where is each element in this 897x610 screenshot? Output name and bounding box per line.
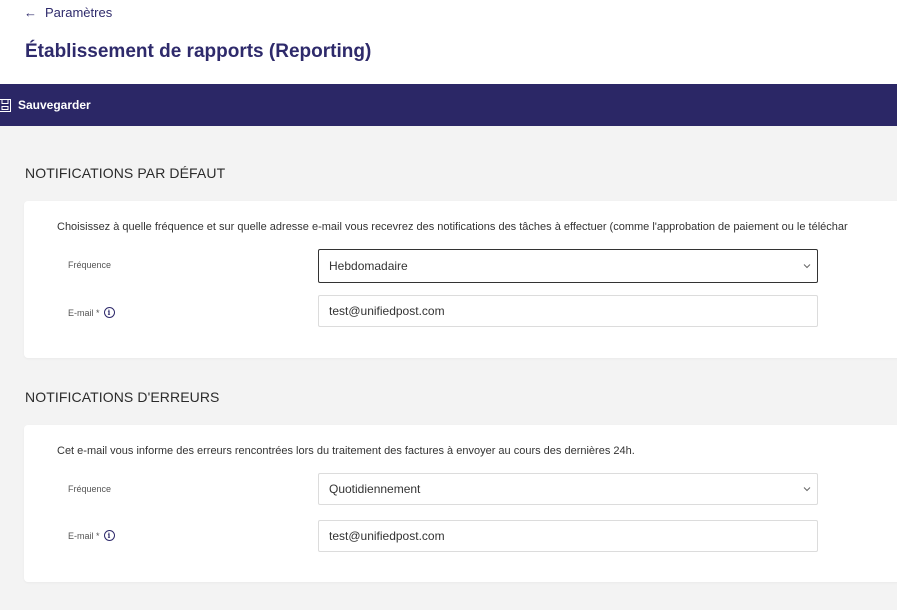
email-label: E-mail * i — [68, 530, 115, 541]
frequency-select[interactable]: Hebdomadaire — [318, 249, 818, 283]
back-link[interactable]: ← Paramètres — [24, 4, 112, 20]
frequency-label-text: Fréquence — [68, 484, 112, 494]
section-title-error-notifications: NOTIFICATIONS D'ERREURS — [25, 389, 220, 405]
email-label: E-mail * i — [68, 307, 115, 318]
frequency-label-text: Fréquence — [68, 260, 112, 270]
chevron-down-icon — [803, 487, 811, 492]
frequency-select-value: Quotidiennement — [329, 482, 421, 496]
frequency-label: Fréquence — [68, 260, 111, 270]
back-link-label: Paramètres — [45, 4, 113, 20]
frequency-select-value: Hebdomadaire — [329, 259, 408, 273]
error-notifications-description: Cet e-mail vous informe des erreurs renc… — [57, 445, 635, 457]
info-icon[interactable]: i — [103, 307, 115, 318]
email-label-text: E-mail * — [68, 530, 100, 541]
save-icon — [0, 98, 11, 112]
email-field-value: test@unifiedpost.com — [329, 529, 445, 543]
save-button-label: Sauvegarder — [18, 98, 91, 112]
email-field-value: test@unifiedpost.com — [329, 304, 445, 318]
page-title: Établissement de rapports (Reporting) — [25, 41, 372, 62]
error-notifications-card: Cet e-mail vous informe des erreurs renc… — [24, 425, 897, 582]
section-title-default-notifications: NOTIFICATIONS PAR DÉFAUT — [25, 165, 226, 181]
info-icon[interactable]: i — [103, 530, 115, 541]
default-notifications-card: Choisissez à quelle fréquence et sur que… — [24, 201, 897, 358]
toolbar: Sauvegarder — [0, 84, 897, 126]
default-notifications-description: Choisissez à quelle fréquence et sur que… — [57, 221, 848, 233]
frequency-select[interactable]: Quotidiennement — [318, 473, 818, 505]
email-field[interactable]: test@unifiedpost.com — [318, 520, 818, 552]
save-button[interactable]: Sauvegarder — [0, 84, 97, 126]
page-header: ← Paramètres Établissement de rapports (… — [0, 0, 897, 84]
frequency-label: Fréquence — [68, 484, 111, 494]
email-label-text: E-mail * — [68, 307, 100, 318]
chevron-down-icon — [803, 264, 811, 269]
email-field[interactable]: test@unifiedpost.com — [318, 295, 818, 327]
arrow-left-icon: ← — [24, 4, 37, 20]
